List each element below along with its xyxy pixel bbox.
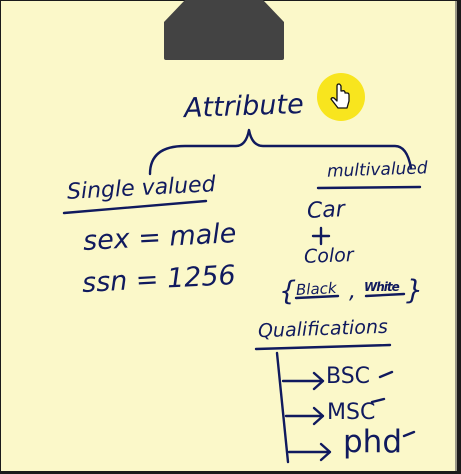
value-white: White	[364, 280, 400, 294]
values-open-brace: {	[279, 276, 297, 307]
qualification-bsc: BSC	[326, 364, 371, 389]
arrow-msc	[284, 406, 325, 426]
entity-car: Car	[306, 197, 346, 224]
underline-qualifications	[254, 343, 392, 351]
arrow-car-color	[311, 226, 331, 246]
example-sex: sex = male	[82, 218, 238, 257]
attribute-color: Color	[303, 244, 354, 268]
example-ssn: ssn = 1256	[81, 259, 237, 300]
qualification-msc: MSC	[327, 400, 376, 425]
qualification-phd: phd	[343, 424, 403, 460]
whiteboard-stage: Attribute Single valued multivalued sex …	[0, 0, 461, 474]
values-close-brace: }	[406, 275, 424, 306]
qualifications-label: Qualifications	[257, 315, 389, 343]
root-attribute-label: Attribute	[183, 88, 305, 125]
arrow-bsc	[281, 371, 325, 391]
qualification-tree	[275, 351, 290, 464]
multivalued-label: multivalued	[326, 158, 428, 182]
underline-multivalued	[316, 185, 422, 190]
values-separator: ,	[349, 279, 356, 304]
value-black: Black	[295, 278, 338, 300]
arrow-phd	[287, 442, 332, 462]
